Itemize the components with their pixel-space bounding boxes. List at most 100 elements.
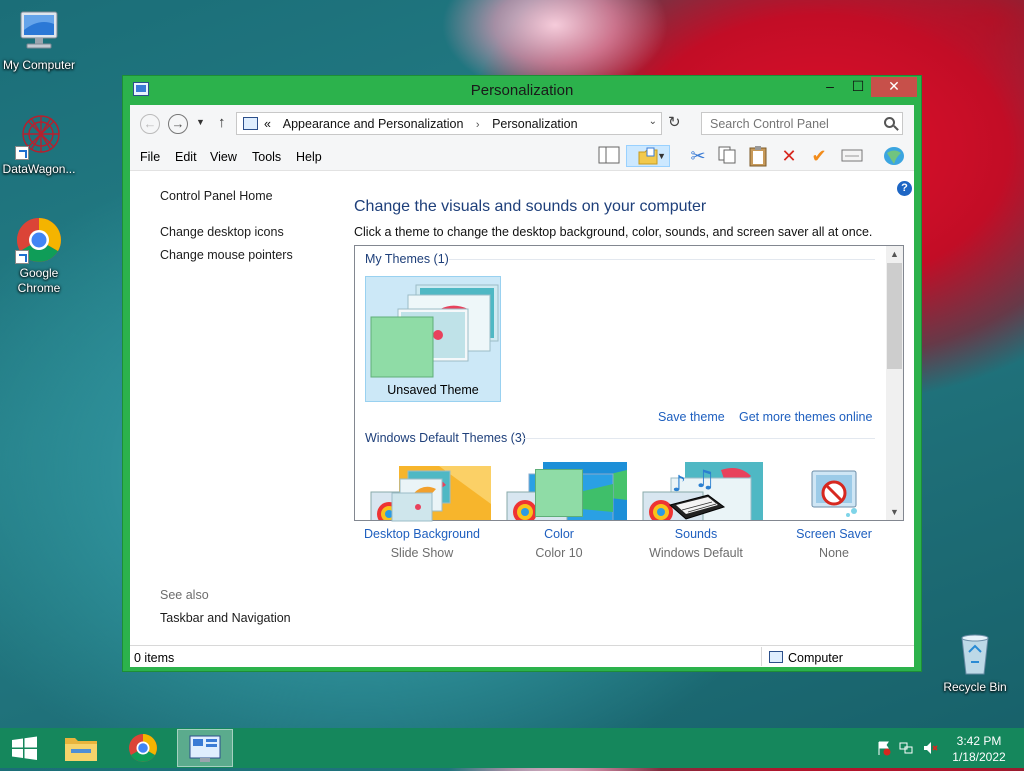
screen-saver-icon bbox=[802, 467, 866, 523]
refresh-button[interactable]: ↻ bbox=[668, 113, 681, 131]
folder-icon bbox=[65, 738, 97, 761]
menu-bar: File Edit View Tools Help ▼ ✂ ✕ ✔ bbox=[130, 141, 914, 171]
status-item-count: 0 items bbox=[134, 651, 175, 665]
breadcrumb-overflow[interactable]: « bbox=[264, 117, 271, 131]
desktop-background-label[interactable]: Desktop Background bbox=[352, 527, 492, 541]
clock[interactable]: 3:42 PM 1/18/2022 bbox=[948, 733, 1010, 765]
search-box[interactable] bbox=[701, 112, 903, 135]
color-label[interactable]: Color bbox=[489, 527, 629, 541]
change-mouse-pointers-link[interactable]: Change mouse pointers bbox=[160, 248, 293, 262]
title-bar[interactable]: Personalization – ☐ ✕ bbox=[123, 76, 921, 104]
desktop-background-value: Slide Show bbox=[390, 546, 454, 560]
forward-button[interactable]: → bbox=[168, 114, 188, 134]
action-center-flag-icon[interactable] bbox=[876, 740, 892, 756]
sounds-label[interactable]: Sounds bbox=[626, 527, 766, 541]
desktop-icon-label: Google Chrome bbox=[17, 266, 61, 295]
chrome-icon bbox=[15, 216, 63, 264]
svg-text:♪: ♪ bbox=[672, 472, 686, 497]
status-bar: 0 items Computer bbox=[130, 645, 914, 667]
color-item[interactable]: Color Color 10 bbox=[489, 467, 629, 560]
checkmark-icon[interactable]: ✔ bbox=[807, 145, 831, 167]
breadcrumb-appearance[interactable]: Appearance and Personalization bbox=[283, 117, 464, 131]
address-bar: ← → ▼ ↑ « Appearance and Personalization… bbox=[130, 105, 914, 141]
properties-icon[interactable] bbox=[840, 145, 864, 167]
window-title: Personalization bbox=[470, 82, 574, 99]
sounds-icon: ♪ ♫ bbox=[664, 465, 728, 523]
get-more-themes-link[interactable]: Get more themes online bbox=[739, 410, 872, 424]
unsaved-theme-label: Unsaved Theme bbox=[387, 383, 479, 397]
recent-pages-dropdown[interactable]: ▼ bbox=[196, 117, 205, 127]
maximize-button[interactable]: ☐ bbox=[845, 77, 871, 97]
window-client: ← → ▼ ↑ « Appearance and Personalization… bbox=[130, 105, 914, 667]
up-arrow-button[interactable]: ↑ bbox=[218, 114, 226, 131]
see-also-label: See also bbox=[160, 588, 209, 602]
breadcrumb-personalization[interactable]: Personalization bbox=[492, 117, 577, 131]
sounds-item[interactable]: ♪ ♫ Sounds Windows Default bbox=[626, 465, 766, 560]
datawagon-icon bbox=[15, 112, 63, 160]
clock-time: 3:42 PM bbox=[956, 734, 1002, 748]
desktop-icon-google-chrome[interactable]: Google Chrome bbox=[0, 216, 80, 296]
scroll-thumb[interactable] bbox=[887, 263, 902, 369]
close-button[interactable]: ✕ bbox=[871, 77, 917, 97]
menu-tools[interactable]: Tools bbox=[252, 150, 281, 164]
screen-saver-label[interactable]: Screen Saver bbox=[764, 527, 904, 541]
my-themes-header[interactable]: My Themes (1) bbox=[365, 252, 449, 266]
screen-saver-item[interactable]: Screen Saver None bbox=[764, 467, 904, 560]
folder-options-icon[interactable]: ▼ bbox=[626, 145, 670, 167]
taskbar-control-panel[interactable] bbox=[177, 729, 233, 767]
sounds-value: Windows Default bbox=[649, 546, 743, 560]
screen-saver-value: None bbox=[819, 546, 849, 560]
minimize-button[interactable]: – bbox=[817, 77, 843, 97]
paste-icon[interactable] bbox=[746, 145, 770, 167]
control-panel-home-link[interactable]: Control Panel Home bbox=[160, 189, 273, 203]
help-icon[interactable]: ? bbox=[897, 181, 912, 196]
address-box[interactable]: « Appearance and Personalization › Perso… bbox=[236, 112, 662, 135]
back-button[interactable]: ← bbox=[140, 114, 160, 134]
menu-view[interactable]: View bbox=[210, 150, 237, 164]
desktop-icon-label: Recycle Bin bbox=[943, 680, 1007, 694]
color-swatch-icon bbox=[527, 467, 591, 523]
recycle-bin-icon bbox=[951, 630, 999, 678]
breadcrumb-separator[interactable]: › bbox=[476, 119, 480, 131]
control-panel-icon bbox=[189, 735, 221, 762]
status-location: Computer bbox=[788, 651, 843, 665]
menu-file[interactable]: File bbox=[140, 150, 160, 164]
computer-icon bbox=[15, 8, 63, 56]
svg-text:♫: ♫ bbox=[694, 467, 716, 493]
chevron-down-icon[interactable]: ⌄ bbox=[649, 116, 657, 127]
page-heading: Change the visuals and sounds on your co… bbox=[354, 198, 707, 215]
taskbar: 3:42 PM 1/18/2022 bbox=[0, 728, 1024, 768]
taskbar-chrome[interactable] bbox=[115, 729, 171, 767]
globe-icon[interactable] bbox=[882, 145, 906, 167]
desktop-icon-recycle-bin[interactable]: Recycle Bin bbox=[934, 630, 1016, 695]
search-icon[interactable] bbox=[884, 117, 895, 128]
taskbar-file-explorer[interactable] bbox=[53, 729, 109, 767]
change-desktop-icons-link[interactable]: Change desktop icons bbox=[160, 225, 284, 239]
desktop-background-icon bbox=[390, 467, 454, 523]
control-panel-icon bbox=[243, 117, 258, 130]
volume-muted-icon[interactable] bbox=[922, 740, 938, 756]
windows-default-themes-header[interactable]: Windows Default Themes (3) bbox=[365, 431, 526, 445]
desktop-icon-my-computer[interactable]: My Computer bbox=[0, 8, 80, 73]
scroll-up-arrow-icon[interactable]: ▲ bbox=[886, 249, 903, 259]
color-value: Color 10 bbox=[535, 546, 583, 560]
personalization-window: Personalization – ☐ ✕ ← → ▼ ↑ « Appearan… bbox=[122, 75, 922, 672]
search-input[interactable] bbox=[702, 113, 872, 134]
copy-icon[interactable] bbox=[715, 145, 739, 167]
desktop-icon-datawagon[interactable]: DataWagon... bbox=[0, 112, 80, 177]
computer-icon bbox=[769, 651, 783, 663]
network-icon[interactable] bbox=[898, 740, 914, 756]
start-button[interactable] bbox=[4, 732, 44, 764]
menu-edit[interactable]: Edit bbox=[175, 150, 197, 164]
desktop-background-item[interactable]: Desktop Background Slide Show bbox=[352, 467, 492, 560]
windows-logo-icon bbox=[12, 736, 37, 760]
menu-help[interactable]: Help bbox=[296, 150, 322, 164]
taskbar-navigation-link[interactable]: Taskbar and Navigation bbox=[160, 611, 291, 625]
desktop-icon-label: My Computer bbox=[2, 58, 76, 72]
unsaved-theme-tile[interactable]: Unsaved Theme bbox=[365, 276, 501, 402]
save-theme-link[interactable]: Save theme bbox=[658, 410, 725, 424]
delete-icon[interactable]: ✕ bbox=[777, 145, 801, 167]
chrome-icon bbox=[129, 734, 157, 762]
layout-pane-icon[interactable] bbox=[597, 145, 621, 167]
cut-icon[interactable]: ✂ bbox=[686, 145, 710, 167]
